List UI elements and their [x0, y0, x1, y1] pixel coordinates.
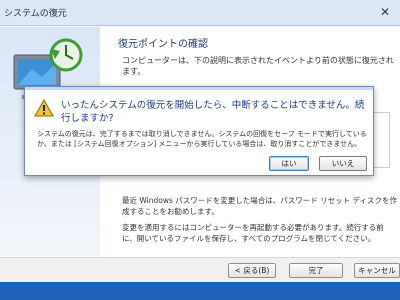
page-title: 復元ポイントの確認 [118, 39, 208, 50]
finish-button[interactable]: 完了 [289, 263, 343, 278]
restart-note: 変更を適用するにはコンピューターを再起動する必要があります。続行する前に、開いて… [122, 223, 384, 243]
confirm-dialog: いったんシステムの復元を開始したら、中断することはできません。続行しますか? シ… [24, 86, 374, 176]
close-icon[interactable]: ✕ [376, 4, 394, 20]
dialog-content: システムの復元は、完了するまでは取り消しできません。システムの回復をセーフ モー… [37, 130, 367, 148]
warning-icon [34, 99, 54, 117]
password-note: 最近 Windows パスワードを変更した場合は、パスワード リセット ディスク… [122, 196, 397, 216]
window-title: システムの復元 [4, 9, 67, 19]
cancel-button[interactable]: キャンセル [354, 263, 400, 278]
dialog-main-instruction: いったんシステムの復元を開始したら、中断することはできません。続行しますか? [61, 100, 365, 124]
title-bar: システムの復元 ✕ [0, 0, 400, 26]
yes-button[interactable]: はい [269, 156, 309, 171]
dialog-title-bar [25, 87, 373, 90]
description-text: コンピューターは、下の説明に表示されたイベントより前の状態に復元されます。 [122, 56, 394, 76]
wizard-footer: < 戻る(B) 完了 キャンセル [0, 257, 400, 282]
back-button[interactable]: < 戻る(B) [228, 263, 276, 278]
no-button[interactable]: いいえ [319, 156, 367, 171]
